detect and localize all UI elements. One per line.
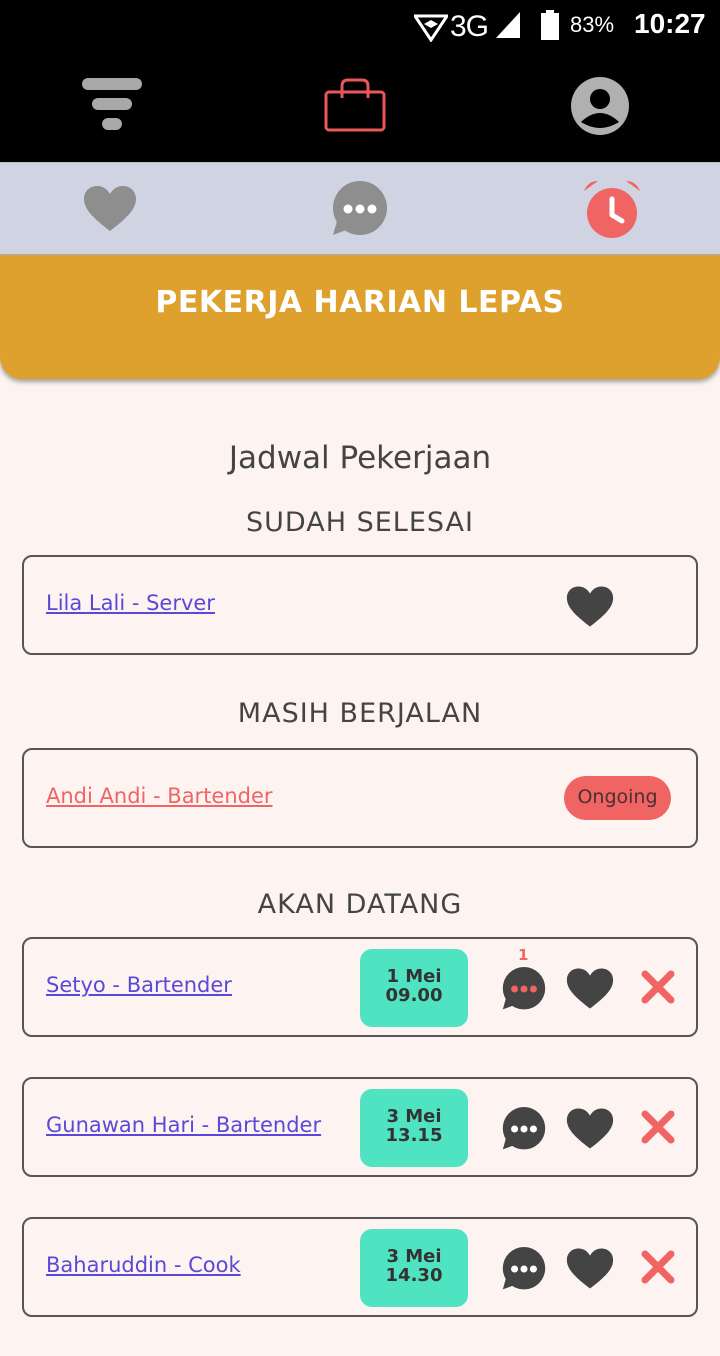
heart-icon[interactable] xyxy=(566,585,614,629)
close-icon[interactable] xyxy=(640,1109,676,1145)
job-link[interactable]: Baharuddin - Cook xyxy=(46,1253,241,1277)
job-link[interactable]: Lila Lali - Server xyxy=(46,591,215,615)
signal-icon xyxy=(496,12,520,38)
battery-icon xyxy=(541,10,559,40)
date-badge: 3 Mei 14.30 xyxy=(360,1229,468,1307)
chat-icon[interactable] xyxy=(501,967,547,1011)
job-link[interactable]: Setyo - Bartender xyxy=(46,973,232,997)
top-navigation xyxy=(0,52,720,162)
page-title: Jadwal Pekerjaan xyxy=(228,440,492,476)
section-title-ongoing: MASIH BERJALAN xyxy=(237,698,483,729)
category-banner: PEKERJA HARIAN LEPAS xyxy=(0,255,720,379)
battery-percent: 83% xyxy=(570,12,615,37)
job-card-ongoing: Andi Andi - Bartender Ongoing xyxy=(22,748,698,848)
date-day: 3 Mei xyxy=(386,1246,442,1267)
clock-time: 10:27 xyxy=(634,8,706,39)
wifi-icon xyxy=(414,14,448,42)
date-day: 1 Mei xyxy=(386,966,442,987)
network-indicator: 3G xyxy=(414,8,524,44)
close-icon[interactable] xyxy=(640,1249,676,1285)
job-link[interactable]: Andi Andi - Bartender xyxy=(46,784,273,808)
heart-icon[interactable] xyxy=(566,1247,614,1291)
account-icon[interactable] xyxy=(570,76,630,136)
banner-title: PEKERJA HARIAN LEPAS xyxy=(155,285,565,320)
date-time: 13.15 xyxy=(385,1125,443,1146)
chat-icon[interactable] xyxy=(331,181,389,237)
network-type: 3G xyxy=(450,10,489,43)
section-title-done: SUDAH SELESAI xyxy=(246,507,474,538)
shopping-bag-icon[interactable] xyxy=(324,78,386,132)
close-icon[interactable] xyxy=(640,969,676,1005)
sub-tab-bar xyxy=(0,162,720,255)
job-card-upcoming: Gunawan Hari - Bartender 3 Mei 13.15 xyxy=(22,1077,698,1177)
job-card-done: Lila Lali - Server xyxy=(22,555,698,655)
job-link[interactable]: Gunawan Hari - Bartender xyxy=(46,1113,321,1137)
alarm-clock-icon[interactable] xyxy=(582,179,642,239)
heart-icon[interactable] xyxy=(566,1107,614,1151)
heart-icon[interactable] xyxy=(566,967,614,1011)
date-badge: 1 Mei 09.00 xyxy=(360,949,468,1027)
date-time: 09.00 xyxy=(385,985,443,1006)
chat-icon[interactable] xyxy=(501,1107,547,1151)
unread-count: 1 xyxy=(518,946,529,964)
chat-icon[interactable] xyxy=(501,1247,547,1291)
date-badge: 3 Mei 13.15 xyxy=(360,1089,468,1167)
date-day: 3 Mei xyxy=(386,1106,442,1127)
date-time: 14.30 xyxy=(385,1265,443,1286)
filter-icon[interactable] xyxy=(82,78,142,134)
job-card-upcoming: Setyo - Bartender 1 Mei 09.00 1 xyxy=(22,937,698,1037)
heart-icon[interactable] xyxy=(83,185,137,233)
status-bar: 3G 83% 10:27 xyxy=(0,0,720,52)
status-badge: Ongoing xyxy=(564,776,671,820)
section-title-upcoming: AKAN DATANG xyxy=(257,889,463,920)
job-card-upcoming: Baharuddin - Cook 3 Mei 14.30 xyxy=(22,1217,698,1317)
